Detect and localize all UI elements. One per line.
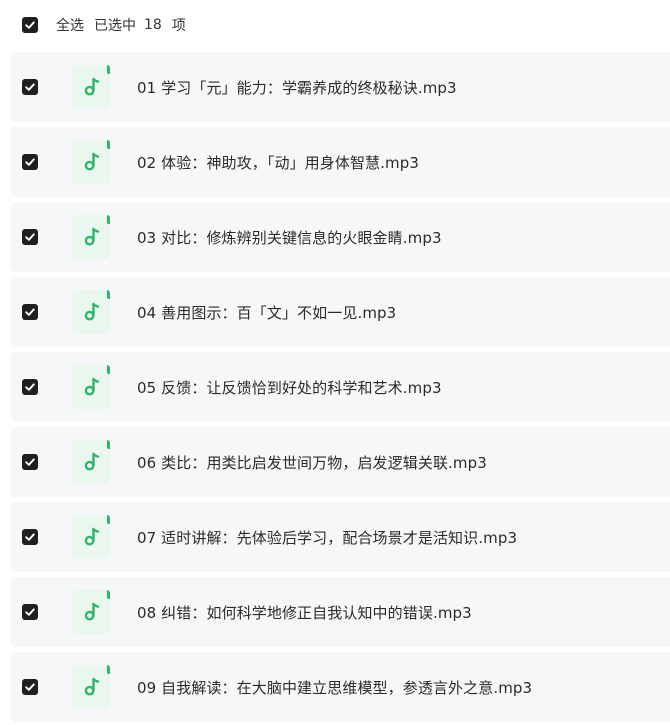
music-note-icon (84, 527, 100, 546)
file-corner-mark (107, 365, 110, 374)
file-checkbox[interactable] (22, 79, 38, 95)
file-name[interactable]: 03 对比：修炼辨别关键信息的火眼金睛.mp3 (137, 227, 442, 248)
selected-prefix: 已选中 (94, 18, 136, 34)
checkmark-icon (25, 458, 35, 466)
selection-header: 全选 已选中 18 项 (0, 0, 670, 50)
audio-file-icon (72, 215, 110, 259)
file-name[interactable]: 01 学习「元」能力：学霸养成的终极秘诀.mp3 (137, 77, 457, 98)
checkmark-icon (25, 21, 35, 29)
file-row[interactable]: 01 学习「元」能力：学霸养成的终极秘诀.mp3 (10, 52, 670, 122)
audio-file-icon (72, 65, 110, 109)
file-checkbox[interactable] (22, 604, 38, 620)
file-list: 01 学习「元」能力：学霸养成的终极秘诀.mp3 02 体验：神助攻，「动」用身体… (10, 52, 670, 725)
selected-count: 18 (144, 17, 162, 33)
audio-file-icon (72, 590, 110, 634)
file-corner-mark (107, 140, 110, 149)
file-corner-mark (107, 290, 110, 299)
audio-file-icon (72, 365, 110, 409)
music-note-icon (84, 302, 100, 321)
music-note-icon (84, 227, 100, 246)
checkmark-icon (25, 383, 35, 391)
file-corner-mark (107, 590, 110, 599)
music-note-icon (84, 677, 100, 696)
file-corner-mark (107, 65, 110, 74)
file-row[interactable]: 09 自我解读：在大脑中建立思维模型，参透言外之意.mp3 (10, 652, 670, 722)
select-all-checkbox[interactable] (22, 17, 38, 33)
music-note-icon (84, 152, 100, 171)
file-row[interactable]: 05 反馈：让反馈恰到好处的科学和艺术.mp3 (10, 352, 670, 422)
music-note-icon (84, 452, 100, 471)
checkmark-icon (25, 233, 35, 241)
file-name[interactable]: 08 纠错：如何科学地修正自我认知中的错误.mp3 (137, 602, 472, 623)
file-checkbox[interactable] (22, 304, 38, 320)
file-row[interactable]: 04 善用图示：百「文」不如一见.mp3 (10, 277, 670, 347)
checkmark-icon (25, 83, 35, 91)
file-name[interactable]: 07 适时讲解：先体验后学习，配合场景才是活知识.mp3 (137, 527, 517, 548)
file-row[interactable]: 02 体验：神助攻，「动」用身体智慧.mp3 (10, 127, 670, 197)
file-name[interactable]: 05 反馈：让反馈恰到好处的科学和艺术.mp3 (137, 377, 442, 398)
music-note-icon (84, 77, 100, 96)
file-row[interactable]: 08 纠错：如何科学地修正自我认知中的错误.mp3 (10, 577, 670, 647)
audio-file-icon (72, 665, 110, 709)
file-checkbox[interactable] (22, 154, 38, 170)
file-corner-mark (107, 440, 110, 449)
file-checkbox[interactable] (22, 379, 38, 395)
select-all-label[interactable]: 全选 (56, 15, 84, 35)
music-note-icon (84, 602, 100, 621)
file-corner-mark (107, 215, 110, 224)
file-list-page: 全选 已选中 18 项 01 学习「元」能力：学霸养成的终极秘诀.mp3 02 体… (0, 0, 670, 725)
checkmark-icon (25, 533, 35, 541)
file-name[interactable]: 06 类比：用类比启发世间万物，启发逻辑关联.mp3 (137, 452, 487, 473)
file-row[interactable]: 06 类比：用类比启发世间万物，启发逻辑关联.mp3 (10, 427, 670, 497)
file-corner-mark (107, 665, 110, 674)
selection-summary: 全选 已选中 18 项 (56, 15, 186, 35)
file-checkbox[interactable] (22, 679, 38, 695)
file-row[interactable]: 03 对比：修炼辨别关键信息的火眼金睛.mp3 (10, 202, 670, 272)
file-corner-mark (107, 515, 110, 524)
checkmark-icon (25, 158, 35, 166)
selected-suffix: 项 (171, 18, 186, 34)
file-row[interactable]: 07 适时讲解：先体验后学习，配合场景才是活知识.mp3 (10, 502, 670, 572)
audio-file-icon (72, 140, 110, 184)
music-note-icon (84, 377, 100, 396)
file-checkbox[interactable] (22, 529, 38, 545)
file-name[interactable]: 02 体验：神助攻，「动」用身体智慧.mp3 (137, 152, 419, 173)
file-name[interactable]: 04 善用图示：百「文」不如一见.mp3 (137, 302, 396, 323)
checkmark-icon (25, 683, 35, 691)
checkmark-icon (25, 608, 35, 616)
audio-file-icon (72, 515, 110, 559)
audio-file-icon (72, 290, 110, 334)
file-name[interactable]: 09 自我解读：在大脑中建立思维模型，参透言外之意.mp3 (137, 677, 532, 698)
audio-file-icon (72, 440, 110, 484)
file-checkbox[interactable] (22, 454, 38, 470)
checkmark-icon (25, 308, 35, 316)
file-checkbox[interactable] (22, 229, 38, 245)
